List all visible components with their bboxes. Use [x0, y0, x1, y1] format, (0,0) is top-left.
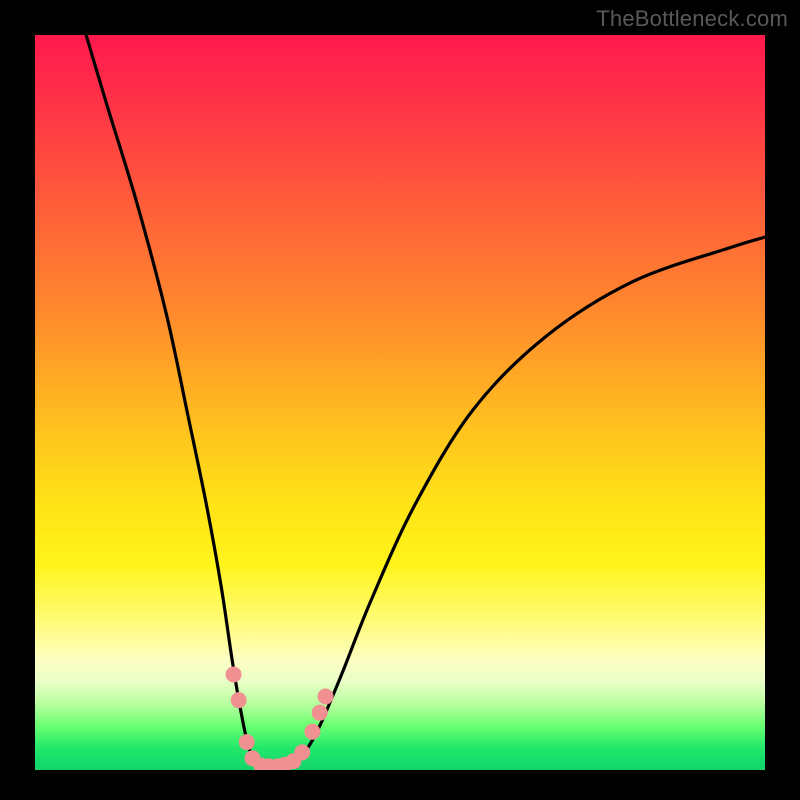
marker-left-upper-1 — [226, 666, 242, 682]
bottleneck-curve — [86, 35, 765, 766]
marker-right-upper-2 — [312, 705, 328, 721]
attribution-label: TheBottleneck.com — [596, 6, 788, 32]
marker-left-upper-2 — [231, 692, 247, 708]
curve-layer — [35, 35, 765, 770]
plot-area — [35, 35, 765, 770]
marker-right-upper-3 — [318, 689, 334, 705]
marker-left-lower-1 — [239, 734, 255, 750]
marker-right-upper-1 — [304, 724, 320, 740]
marker-right-lower-1 — [294, 744, 310, 760]
chart-frame: TheBottleneck.com — [0, 0, 800, 800]
